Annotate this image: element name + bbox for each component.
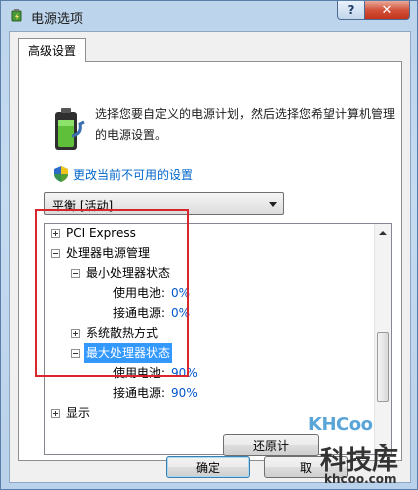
tree-row-processor-power[interactable]: 处理器电源管理 xyxy=(51,243,150,263)
uac-shield-icon xyxy=(54,166,68,182)
intro-text: 选择您要自定义的电源计划，然后选择您希望计算机管理的电源设置。 xyxy=(95,107,396,142)
arrow-up-icon xyxy=(379,230,387,235)
tree-row-value[interactable]: 0% xyxy=(171,303,190,323)
tree-row-label-selected: 最大处理器状态 xyxy=(84,343,173,363)
expand-plus-icon[interactable] xyxy=(71,328,80,338)
expand-plus-icon[interactable] xyxy=(51,228,60,238)
watermark: KHCoo 科技库 khcoo.com xyxy=(300,408,418,490)
tree-row-min-on-battery[interactable]: 使用电池: 0% xyxy=(107,283,190,303)
expand-plus-icon[interactable] xyxy=(51,408,60,418)
power-plan-value: 平衡 [活动] xyxy=(52,199,114,213)
collapse-minus-icon[interactable] xyxy=(71,268,80,278)
scroll-up-button[interactable] xyxy=(375,224,391,241)
watermark-logo: KHCoo xyxy=(308,414,373,435)
watermark-domain: khcoo.com xyxy=(324,472,397,486)
title-bar[interactable]: 电源选项 ? ✕ xyxy=(1,1,417,31)
chevron-down-icon xyxy=(269,202,277,207)
change-unavailable-settings-link[interactable]: 更改当前不可用的设置 xyxy=(73,166,193,183)
help-button[interactable]: ? xyxy=(337,1,365,20)
tree-row-label: 系统散热方式 xyxy=(86,326,159,340)
advanced-settings-panel: 选择您要自定义的电源计划，然后选择您希望计算机管理的电源设置。 更改当前不可用的… xyxy=(18,61,402,461)
collapse-minus-icon[interactable] xyxy=(51,248,60,258)
tree-row-display[interactable]: 显示 xyxy=(51,403,90,423)
tree-row-max-plugged-in[interactable]: 接通电源: 90% xyxy=(107,383,198,403)
tree-row-max-processor-state[interactable]: 最大处理器状态 xyxy=(71,343,173,363)
tree-row-value[interactable]: 0% xyxy=(171,283,190,303)
window-title: 电源选项 xyxy=(31,12,84,27)
tree-row-label: 使用电池: xyxy=(113,286,166,300)
scroll-thumb[interactable] xyxy=(377,332,389,402)
tree-row-system-cooling[interactable]: 系统散热方式 xyxy=(71,323,158,343)
tree-row-max-on-battery[interactable]: 使用电池: 90% xyxy=(107,363,198,383)
power-options-icon xyxy=(11,9,22,22)
tab-label: 高级设置 xyxy=(27,44,76,58)
tab-advanced-settings[interactable]: 高级设置 xyxy=(18,38,86,62)
tree-row-label: 显示 xyxy=(66,406,91,420)
tree-row-value[interactable]: 90% xyxy=(171,363,198,383)
tree-row-pci-express[interactable]: PCI Express xyxy=(51,224,136,243)
tree-row-min-plugged-in[interactable]: 接通电源: 0% xyxy=(107,303,190,323)
tree-row-label: 使用电池: xyxy=(113,366,166,380)
tree-row-label: 最小处理器状态 xyxy=(86,266,171,280)
close-button[interactable]: ✕ xyxy=(364,1,410,20)
collapse-minus-icon[interactable] xyxy=(71,348,80,358)
ok-label: 确定 xyxy=(195,460,220,475)
tree-row-min-processor-state[interactable]: 最小处理器状态 xyxy=(71,263,170,283)
tree-row-label: PCI Express xyxy=(66,226,136,240)
battery-plug-icon xyxy=(55,108,85,150)
restore-defaults-label: 还原计 xyxy=(252,438,289,453)
tree-row-label: 处理器电源管理 xyxy=(66,246,151,260)
tree-row-label: 接通电源: xyxy=(113,306,166,320)
tree-row-label: 接通电源: xyxy=(113,386,166,400)
ok-button[interactable]: 确定 xyxy=(166,456,250,478)
power-plan-select[interactable]: 平衡 [活动] xyxy=(44,192,284,215)
tree-row-value[interactable]: 90% xyxy=(171,383,198,403)
